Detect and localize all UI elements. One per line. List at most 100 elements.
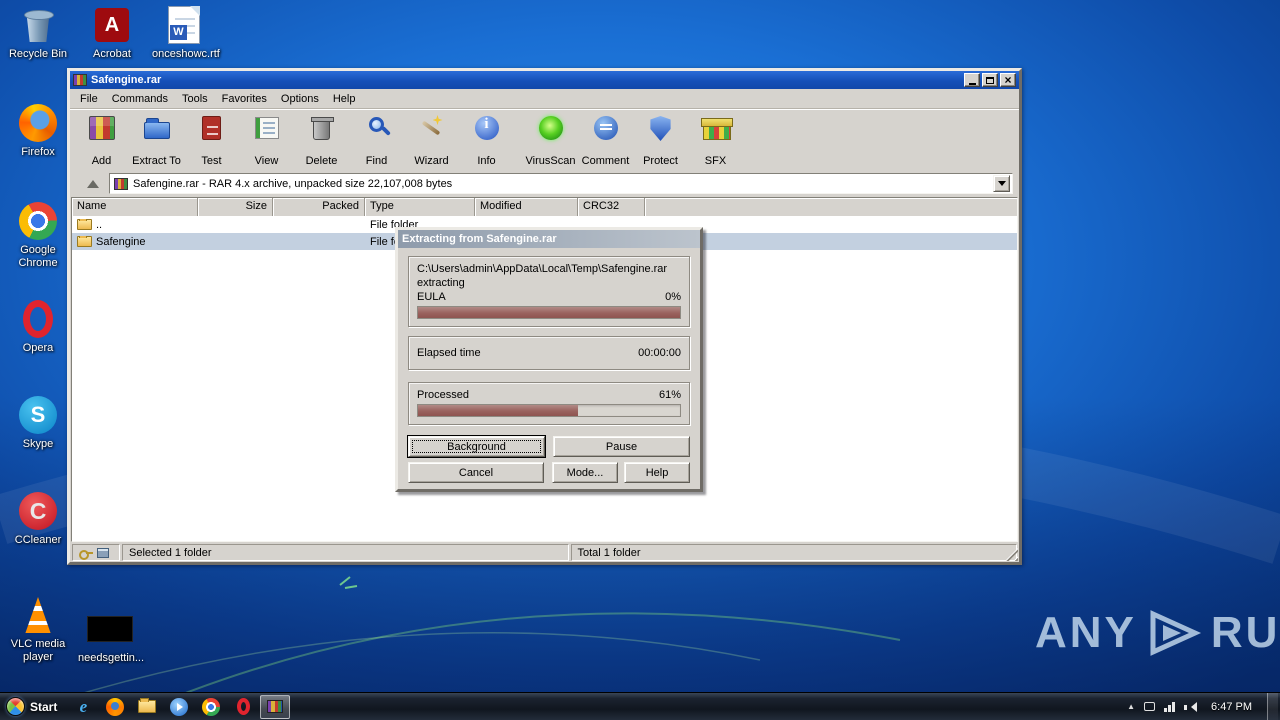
desktop-icon-firefox[interactable]: Firefox [6, 102, 70, 159]
taskbar-clock[interactable]: 6:47 PM [1205, 701, 1258, 713]
recycle-bin-icon [22, 6, 54, 44]
desktop-icon-label: Skype [22, 438, 54, 450]
desktop-icon-label: Firefox [21, 146, 55, 158]
column-header-crc32[interactable]: CRC32 [578, 198, 645, 216]
winrar-titlebar[interactable]: Safengine.rar [70, 71, 1019, 89]
desktop-icon-label: Google Chrome [18, 244, 58, 269]
taskbar-item-media-player[interactable] [164, 695, 194, 719]
column-header-size[interactable]: Size [198, 198, 273, 216]
toolbar-view-button[interactable]: View [239, 110, 294, 169]
processed-progressbar [417, 404, 681, 417]
tray-expand-icon[interactable] [1127, 702, 1135, 711]
up-directory-button[interactable] [82, 175, 104, 193]
toolbar-sfx-button[interactable]: SFX [688, 110, 743, 169]
column-header-type[interactable]: Type [365, 198, 475, 216]
taskbar-item-explorer[interactable] [132, 695, 162, 719]
tray-network-icon[interactable] [1164, 701, 1176, 712]
extract-to-icon [143, 118, 170, 139]
menu-favorites[interactable]: Favorites [216, 91, 273, 107]
taskbar-item-opera[interactable] [228, 695, 258, 719]
toolbar-test-button[interactable]: Test [184, 110, 239, 169]
status-bar: Selected 1 folder Total 1 folder [70, 542, 1019, 562]
folder-icon [77, 235, 92, 247]
vlc-icon [25, 597, 51, 633]
minimize-button[interactable] [964, 73, 980, 87]
tray-volume-icon[interactable] [1184, 701, 1198, 713]
column-header-name[interactable]: Name [72, 198, 198, 216]
processed-label: Processed [417, 389, 469, 401]
maximize-button[interactable] [982, 73, 998, 87]
folder-up-icon [77, 218, 92, 230]
wizard-icon [417, 113, 447, 143]
toolbar-comment-button[interactable]: Comment [578, 110, 633, 169]
desktop-icon-recycle-bin[interactable]: Recycle Bin [6, 4, 70, 61]
desktop-icon-ccleaner[interactable]: CCleaner [6, 490, 70, 547]
menu-file[interactable]: File [74, 91, 104, 107]
desktop-icon-opera[interactable]: Opera [6, 298, 70, 355]
toolbar-extract-to-button[interactable]: Extract To [129, 110, 184, 169]
toolbar-virusscan-button[interactable]: VirusScan [523, 110, 578, 169]
start-button[interactable]: Start [0, 693, 67, 720]
taskbar-item-internet-explorer[interactable] [68, 695, 98, 719]
desktop-icon-acrobat[interactable]: Acrobat [80, 4, 144, 61]
desktop-icon-needsgettin[interactable]: needsgettin... [78, 608, 144, 665]
acrobat-icon [95, 8, 129, 42]
menu-tools[interactable]: Tools [176, 91, 214, 107]
sfx-icon [700, 113, 733, 141]
view-icon [254, 117, 279, 139]
menu-commands[interactable]: Commands [106, 91, 174, 107]
disk-icon [97, 547, 109, 558]
chrome-icon [202, 697, 221, 716]
find-icon [369, 117, 384, 132]
desktop-icon-onceshowc-rtf[interactable]: onceshowc.rtf [152, 4, 220, 61]
watermark-any-text: ANY [1035, 608, 1137, 657]
toolbar-add-button[interactable]: Add [74, 110, 129, 169]
cancel-button[interactable]: Cancel [408, 462, 544, 483]
close-button[interactable] [1000, 73, 1016, 87]
skype-icon [19, 396, 57, 434]
taskbar: Start 6:47 PM [0, 692, 1280, 720]
taskbar-item-firefox[interactable] [100, 695, 130, 719]
desktop-icon-label: onceshowc.rtf [152, 48, 220, 60]
chrome-icon [19, 202, 57, 240]
column-header-packed[interactable]: Packed [273, 198, 365, 216]
current-file-group: C:\Users\admin\AppData\Local\Temp\Safeng… [408, 256, 690, 327]
word-document-icon [168, 6, 200, 44]
anyrun-play-logo-icon [1150, 610, 1201, 656]
anyrun-watermark: ANY RUN [1035, 608, 1280, 658]
current-file-progressbar [417, 306, 681, 319]
taskbar-item-winrar-active[interactable] [260, 694, 291, 719]
virusscan-icon [538, 116, 563, 140]
toolbar-wizard-button[interactable]: Wizard [404, 110, 459, 169]
system-tray: 6:47 PM [1127, 693, 1280, 720]
add-icon [88, 116, 115, 140]
tray-action-center-icon[interactable] [1144, 702, 1156, 711]
watermark-run-text: RUN [1210, 608, 1280, 657]
desktop-icon-label: Opera [22, 342, 54, 354]
help-button[interactable]: Help [624, 462, 690, 483]
combobox-dropdown-button[interactable] [993, 175, 1010, 192]
column-header-modified[interactable]: Modified [475, 198, 578, 216]
toolbar-info-button[interactable]: Info [459, 110, 514, 169]
background-button[interactable]: Background [408, 436, 545, 457]
desktop-icon-label: Recycle Bin [8, 48, 68, 60]
extract-dialog-titlebar[interactable]: Extracting from Safengine.rar [398, 230, 700, 248]
desktop-icon-vlc[interactable]: VLC media player [6, 594, 70, 664]
archive-path-combobox[interactable]: Safengine.rar - RAR 4.x archive, unpacke… [109, 173, 1013, 194]
desktop-icon-google-chrome[interactable]: Google Chrome [6, 200, 70, 270]
desktop-icon-skype[interactable]: Skype [6, 394, 70, 451]
toolbar-delete-button[interactable]: Delete [294, 110, 349, 169]
menu-help[interactable]: Help [327, 91, 362, 107]
toolbar-protect-button[interactable]: Protect [633, 110, 688, 169]
windows-logo-icon [6, 697, 25, 716]
taskbar-item-chrome[interactable] [196, 695, 226, 719]
show-desktop-button[interactable] [1267, 693, 1278, 720]
start-label: Start [30, 699, 58, 714]
key-icon [79, 549, 93, 560]
comment-icon [593, 116, 618, 140]
toolbar-find-button[interactable]: Find [349, 110, 404, 169]
pause-button[interactable]: Pause [553, 436, 690, 457]
mode-button[interactable]: Mode... [552, 462, 618, 483]
processed-group: Processed 61% [408, 382, 690, 425]
menu-options[interactable]: Options [275, 91, 325, 107]
